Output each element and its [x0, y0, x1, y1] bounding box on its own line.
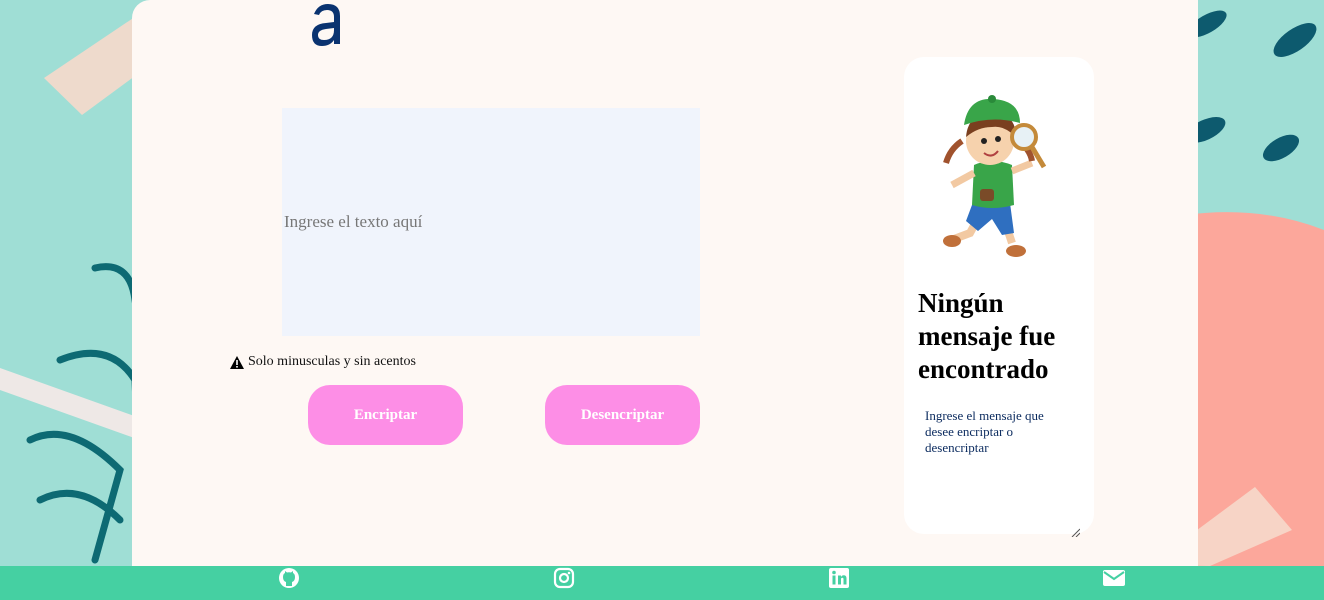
input-restriction-note: Solo minusculas y sin acentos: [230, 354, 416, 370]
decrypt-button[interactable]: Desencriptar: [545, 385, 700, 445]
footer: [0, 566, 1324, 600]
message-input-placeholder: Ingrese el texto aquí: [284, 212, 423, 231]
mail-icon[interactable]: [1103, 567, 1125, 589]
instagram-icon[interactable]: [553, 567, 575, 589]
encrypt-button[interactable]: Encriptar: [308, 385, 463, 445]
github-icon[interactable]: [278, 567, 300, 589]
warning-text: Solo minusculas y sin acentos: [248, 354, 416, 369]
resize-handle-icon[interactable]: [1070, 524, 1081, 538]
output-message: Ingrese el mensaje que desee encriptar o…: [925, 408, 1044, 455]
warning-triangle-icon: [230, 355, 244, 369]
output-title: Ningún mensaje fue encontrado: [918, 288, 1056, 384]
detective-girl-illustration: [932, 93, 1062, 265]
message-input[interactable]: Ingrese el texto aquí: [282, 108, 700, 336]
alura-logo: [306, 0, 346, 50]
output-panel: Ningún mensaje fue encontrado Ingrese el…: [904, 57, 1094, 538]
linkedin-icon[interactable]: [828, 567, 850, 589]
